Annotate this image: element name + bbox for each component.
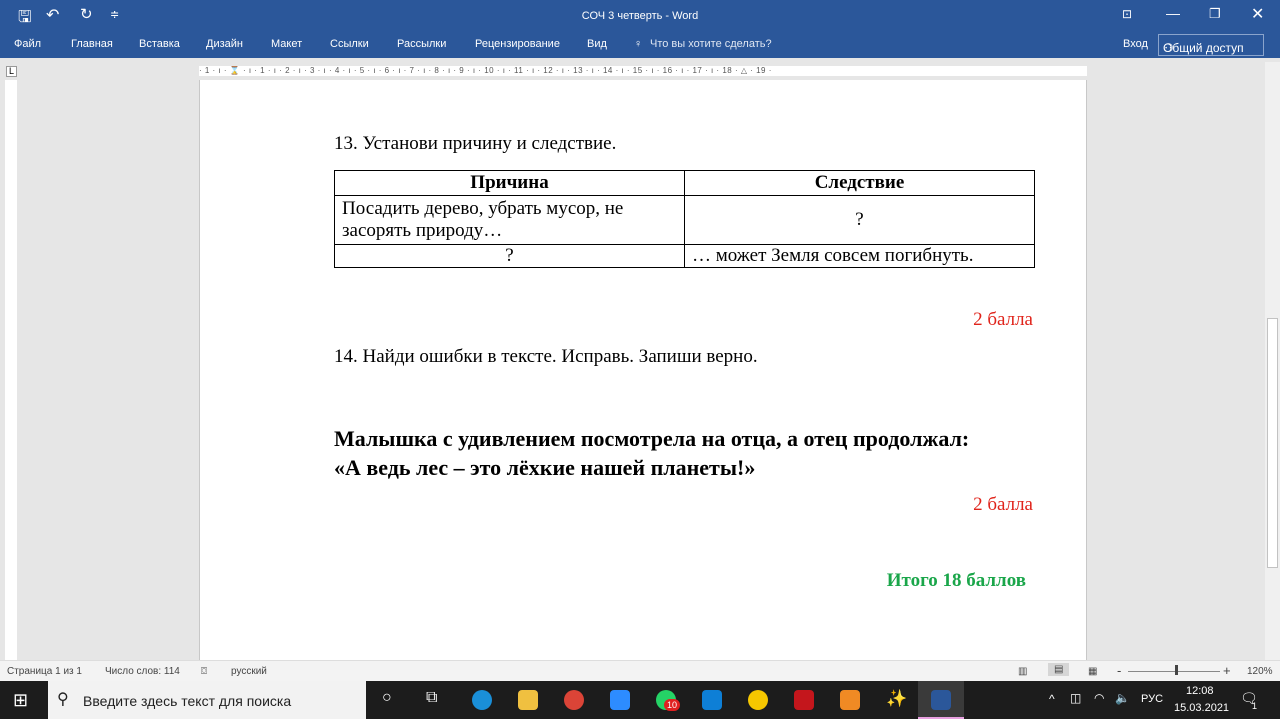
acrobat-icon[interactable] [794, 690, 814, 710]
search-placeholder: Введите здесь текст для поиска [83, 693, 292, 709]
document-page[interactable]: 13. Установи причину и следствие. Причин… [199, 80, 1087, 660]
tab-file[interactable]: Файл [14, 38, 41, 50]
task-view-icon[interactable]: ⧉ [426, 689, 437, 707]
lightbulb-icon: ♀ [634, 38, 643, 50]
magic-wand-icon[interactable]: ✨ [886, 689, 907, 709]
error-text-line: «А ведь лес – это лёхкие нашей планеты!» [334, 455, 756, 480]
tab-insert[interactable]: Вставка [139, 38, 180, 50]
app-icon[interactable] [840, 690, 860, 710]
word-count[interactable]: Число слов: 114 [105, 666, 180, 677]
share-button[interactable]: ⚇ Общий доступ [1158, 34, 1264, 56]
scrollbar-thumb[interactable] [1267, 318, 1278, 568]
cortana-icon[interactable]: ○ [382, 689, 392, 707]
teamviewer-icon[interactable] [702, 690, 722, 710]
edge-icon[interactable] [472, 690, 492, 710]
vertical-ruler [5, 80, 17, 660]
proofing-icon[interactable]: ⌼ [201, 666, 207, 677]
ruler-scale[interactable]: · 1 · ı · ⌛ · ı · 1 · ı · 2 · ı · 3 · ı … [199, 66, 1087, 76]
signin-link[interactable]: Вход [1123, 38, 1148, 50]
minimize-icon[interactable]: — [1166, 5, 1180, 21]
clock-time[interactable]: 12:08 [1186, 685, 1214, 697]
question-14: 14. Найди ошибки в тексте. Исправь. Запи… [334, 346, 758, 367]
whatsapp-badge: 10 [664, 699, 681, 711]
window-title: СОЧ 3 четверть - Word [581, 10, 699, 22]
restore-icon[interactable]: ❐ [1209, 6, 1221, 22]
ribbon-display-icon[interactable]: ⊡ [1122, 7, 1132, 21]
show-hidden-icons[interactable]: ^ [1049, 692, 1055, 706]
word-taskbar-button[interactable] [918, 681, 964, 719]
search-icon: ⚲ [57, 691, 69, 708]
header-cause: Причина [334, 170, 685, 196]
network-icon[interactable]: ◫ [1070, 691, 1081, 705]
table-cell[interactable]: ? [334, 244, 685, 268]
tab-layout[interactable]: Макет [271, 38, 302, 50]
taskbar: ⊞ ⚲ Введите здесь текст для поиска ○ ⧉ 1… [0, 681, 1280, 719]
table-header-row: Причина Следствие [334, 170, 1035, 196]
clock-date[interactable]: 15.03.2021 [1174, 702, 1229, 714]
error-text-line: Малышка с удивлением посмотрела на отца,… [334, 426, 970, 451]
windows-start-icon[interactable]: ⊞ [13, 690, 28, 711]
tab-references[interactable]: Ссылки [330, 38, 369, 50]
tab-design[interactable]: Дизайн [206, 38, 243, 50]
table-row: ?… может Земля совсем погибнуть. [334, 244, 1035, 268]
zoom-slider-thumb[interactable] [1175, 665, 1178, 675]
table-row: Посадить дерево, убрать мусор, не засоря… [334, 195, 1035, 245]
status-bar: Страница 1 из 1 Число слов: 114 ⌼ русски… [0, 660, 1280, 681]
error-text: Малышка с удивлением посмотрела на отца,… [334, 424, 969, 482]
web-layout-icon[interactable]: ▦ [1088, 666, 1097, 677]
zoom-level[interactable]: 120% [1247, 666, 1273, 677]
total-score: Итого 18 баллов [886, 570, 1026, 591]
ribbon-tabs: Файл Главная Вставка Дизайн Макет Ссылки… [0, 32, 1280, 58]
notification-count: 1 [1252, 701, 1258, 711]
volume-icon[interactable]: 🔈 [1115, 691, 1130, 705]
header-effect: Следствие [684, 170, 1035, 196]
input-language[interactable]: РУС [1141, 693, 1163, 705]
table-cell[interactable]: ? [684, 195, 1035, 245]
tab-home[interactable]: Главная [71, 38, 113, 50]
table-cell[interactable]: Посадить дерево, убрать мусор, не засоря… [334, 195, 685, 245]
language[interactable]: русский [231, 666, 267, 677]
tab-view[interactable]: Вид [587, 38, 607, 50]
title-bar: 🖫 ↶ ↻ ≑ СОЧ 3 четверть - Word ⊡ — ❐ ✕ [0, 0, 1280, 32]
tab-mailings[interactable]: Рассылки [397, 38, 446, 50]
score-13: 2 балла [973, 309, 1033, 330]
tab-review[interactable]: Рецензирование [475, 38, 560, 50]
zoom-icon[interactable] [610, 690, 630, 710]
read-mode-icon[interactable]: ▥ [1018, 666, 1027, 677]
zoom-in-button[interactable]: + [1223, 663, 1231, 678]
tell-me-input[interactable]: Что вы хотите сделать? [650, 38, 772, 50]
cause-effect-table: Причина Следствие Посадить дерево, убрать… [334, 170, 1035, 268]
search-box[interactable]: ⚲ Введите здесь текст для поиска [48, 681, 366, 719]
chrome-icon[interactable] [564, 690, 584, 710]
file-explorer-icon[interactable] [518, 690, 538, 710]
app-icon[interactable] [748, 690, 768, 710]
score-14: 2 балла [973, 494, 1033, 515]
zoom-out-button[interactable]: - [1117, 663, 1121, 678]
table-cell[interactable]: … может Земля совсем погибнуть. [684, 244, 1035, 268]
close-icon[interactable]: ✕ [1251, 4, 1264, 24]
word-icon [931, 690, 951, 710]
wifi-icon[interactable]: ◠ [1094, 691, 1104, 705]
print-layout-icon[interactable]: ▤ [1048, 663, 1070, 676]
question-13: 13. Установи причину и следствие. [334, 133, 617, 154]
page-count[interactable]: Страница 1 из 1 [7, 666, 82, 677]
zoom-slider[interactable] [1128, 671, 1220, 672]
tab-selector-icon[interactable]: L [6, 66, 17, 77]
